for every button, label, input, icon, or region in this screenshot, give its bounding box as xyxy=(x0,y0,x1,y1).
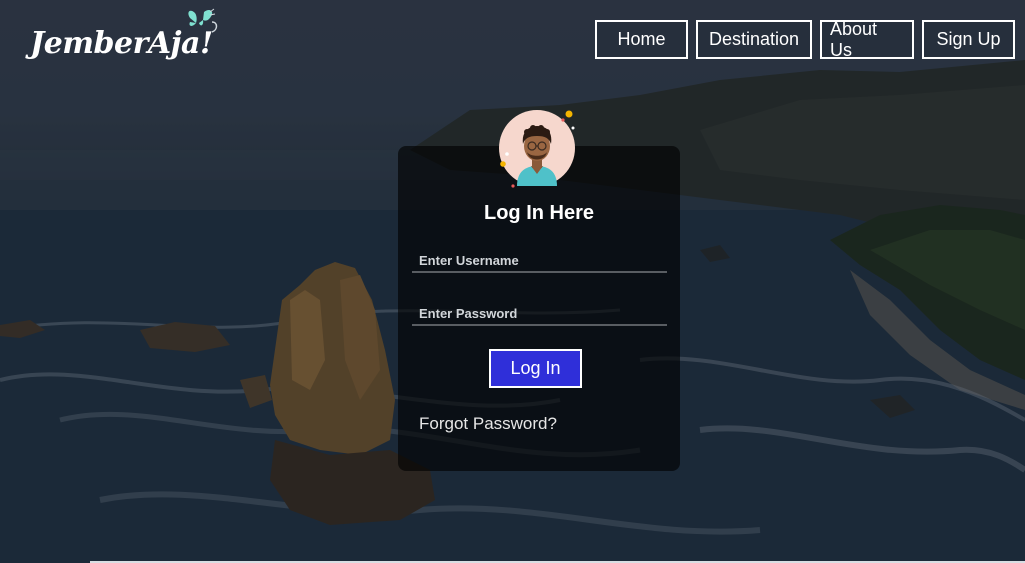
brand-logo[interactable]: JemberAja! xyxy=(28,8,228,68)
login-button[interactable]: Log In xyxy=(489,349,582,388)
nav-sign-up[interactable]: Sign Up xyxy=(922,20,1015,59)
nav-destination[interactable]: Destination xyxy=(696,20,812,59)
forgot-password-link[interactable]: Forgot Password? xyxy=(419,414,557,434)
user-avatar-icon xyxy=(499,110,575,188)
top-navigation: Home Destination About Us Sign Up xyxy=(595,19,1015,60)
nav-about-us[interactable]: About Us xyxy=(820,19,914,60)
login-title: Log In Here xyxy=(483,202,594,224)
nav-home[interactable]: Home xyxy=(595,20,688,59)
password-input[interactable] xyxy=(412,302,667,326)
username-input[interactable] xyxy=(412,249,667,273)
butterfly-icon xyxy=(188,8,218,33)
